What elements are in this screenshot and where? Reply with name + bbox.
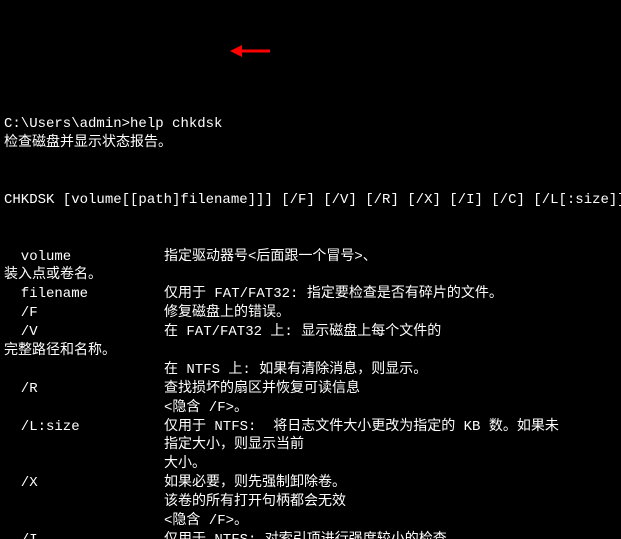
param-f-desc: 修复磁盘上的错误。 <box>164 305 290 321</box>
annotation-arrow-icon <box>230 25 270 37</box>
command-text: help chkdsk <box>130 116 222 132</box>
param-x-hint: <隐含 /F>。 <box>164 513 248 529</box>
param-r-desc: 查找损坏的扇区并恢复可读信息 <box>164 381 360 397</box>
param-r-label: /R <box>4 380 164 399</box>
param-i-desc: 仅用于 NTFS: 对索引项进行强度较小的检查。 <box>164 532 461 539</box>
param-v-cont1: 完整路径和名称。 <box>4 343 116 359</box>
param-r-hint: <隐含 /F>。 <box>164 400 248 416</box>
param-x-label: /X <box>4 474 164 493</box>
param-x-cont1: 该卷的所有打开句柄都会无效 <box>164 494 346 510</box>
param-filename-desc: 仅用于 FAT/FAT32: 指定要检查是否有碎片的文件。 <box>164 286 503 302</box>
param-l-cont1: 指定大小，则显示当前 <box>164 437 304 453</box>
param-l-cont2: 大小。 <box>164 456 206 472</box>
param-volume-desc: 指定驱动器号<后面跟一个冒号>、 <box>164 249 377 265</box>
terminal-output: C:\Users\admin>help chkdsk 检查磁盘并显示状态报告。 … <box>0 94 621 539</box>
param-l-desc: 仅用于 NTFS: 将日志文件大小更改为指定的 KB 数。如果未 <box>164 419 559 435</box>
param-x-desc: 如果必要，则先强制卸除卷。 <box>164 475 346 491</box>
param-i-label: /I <box>4 531 164 539</box>
param-l-label: /L:size <box>4 418 164 437</box>
prompt: C:\Users\admin> <box>4 116 130 132</box>
param-mount-line: 装入点或卷名。 <box>4 267 102 283</box>
syntax-line: CHKDSK [volume[[path]filename]]] [/F] [/… <box>4 192 621 208</box>
param-v-desc: 在 FAT/FAT32 上: 显示磁盘上每个文件的 <box>164 324 441 340</box>
description-line: 检查磁盘并显示状态报告。 <box>4 135 172 151</box>
param-filename-label: filename <box>4 285 164 304</box>
param-v-label: /V <box>4 323 164 342</box>
param-f-label: /F <box>4 304 164 323</box>
param-v-ntfs: 在 NTFS 上: 如果有清除消息，则显示。 <box>164 362 427 378</box>
param-volume-label: volume <box>4 248 164 267</box>
